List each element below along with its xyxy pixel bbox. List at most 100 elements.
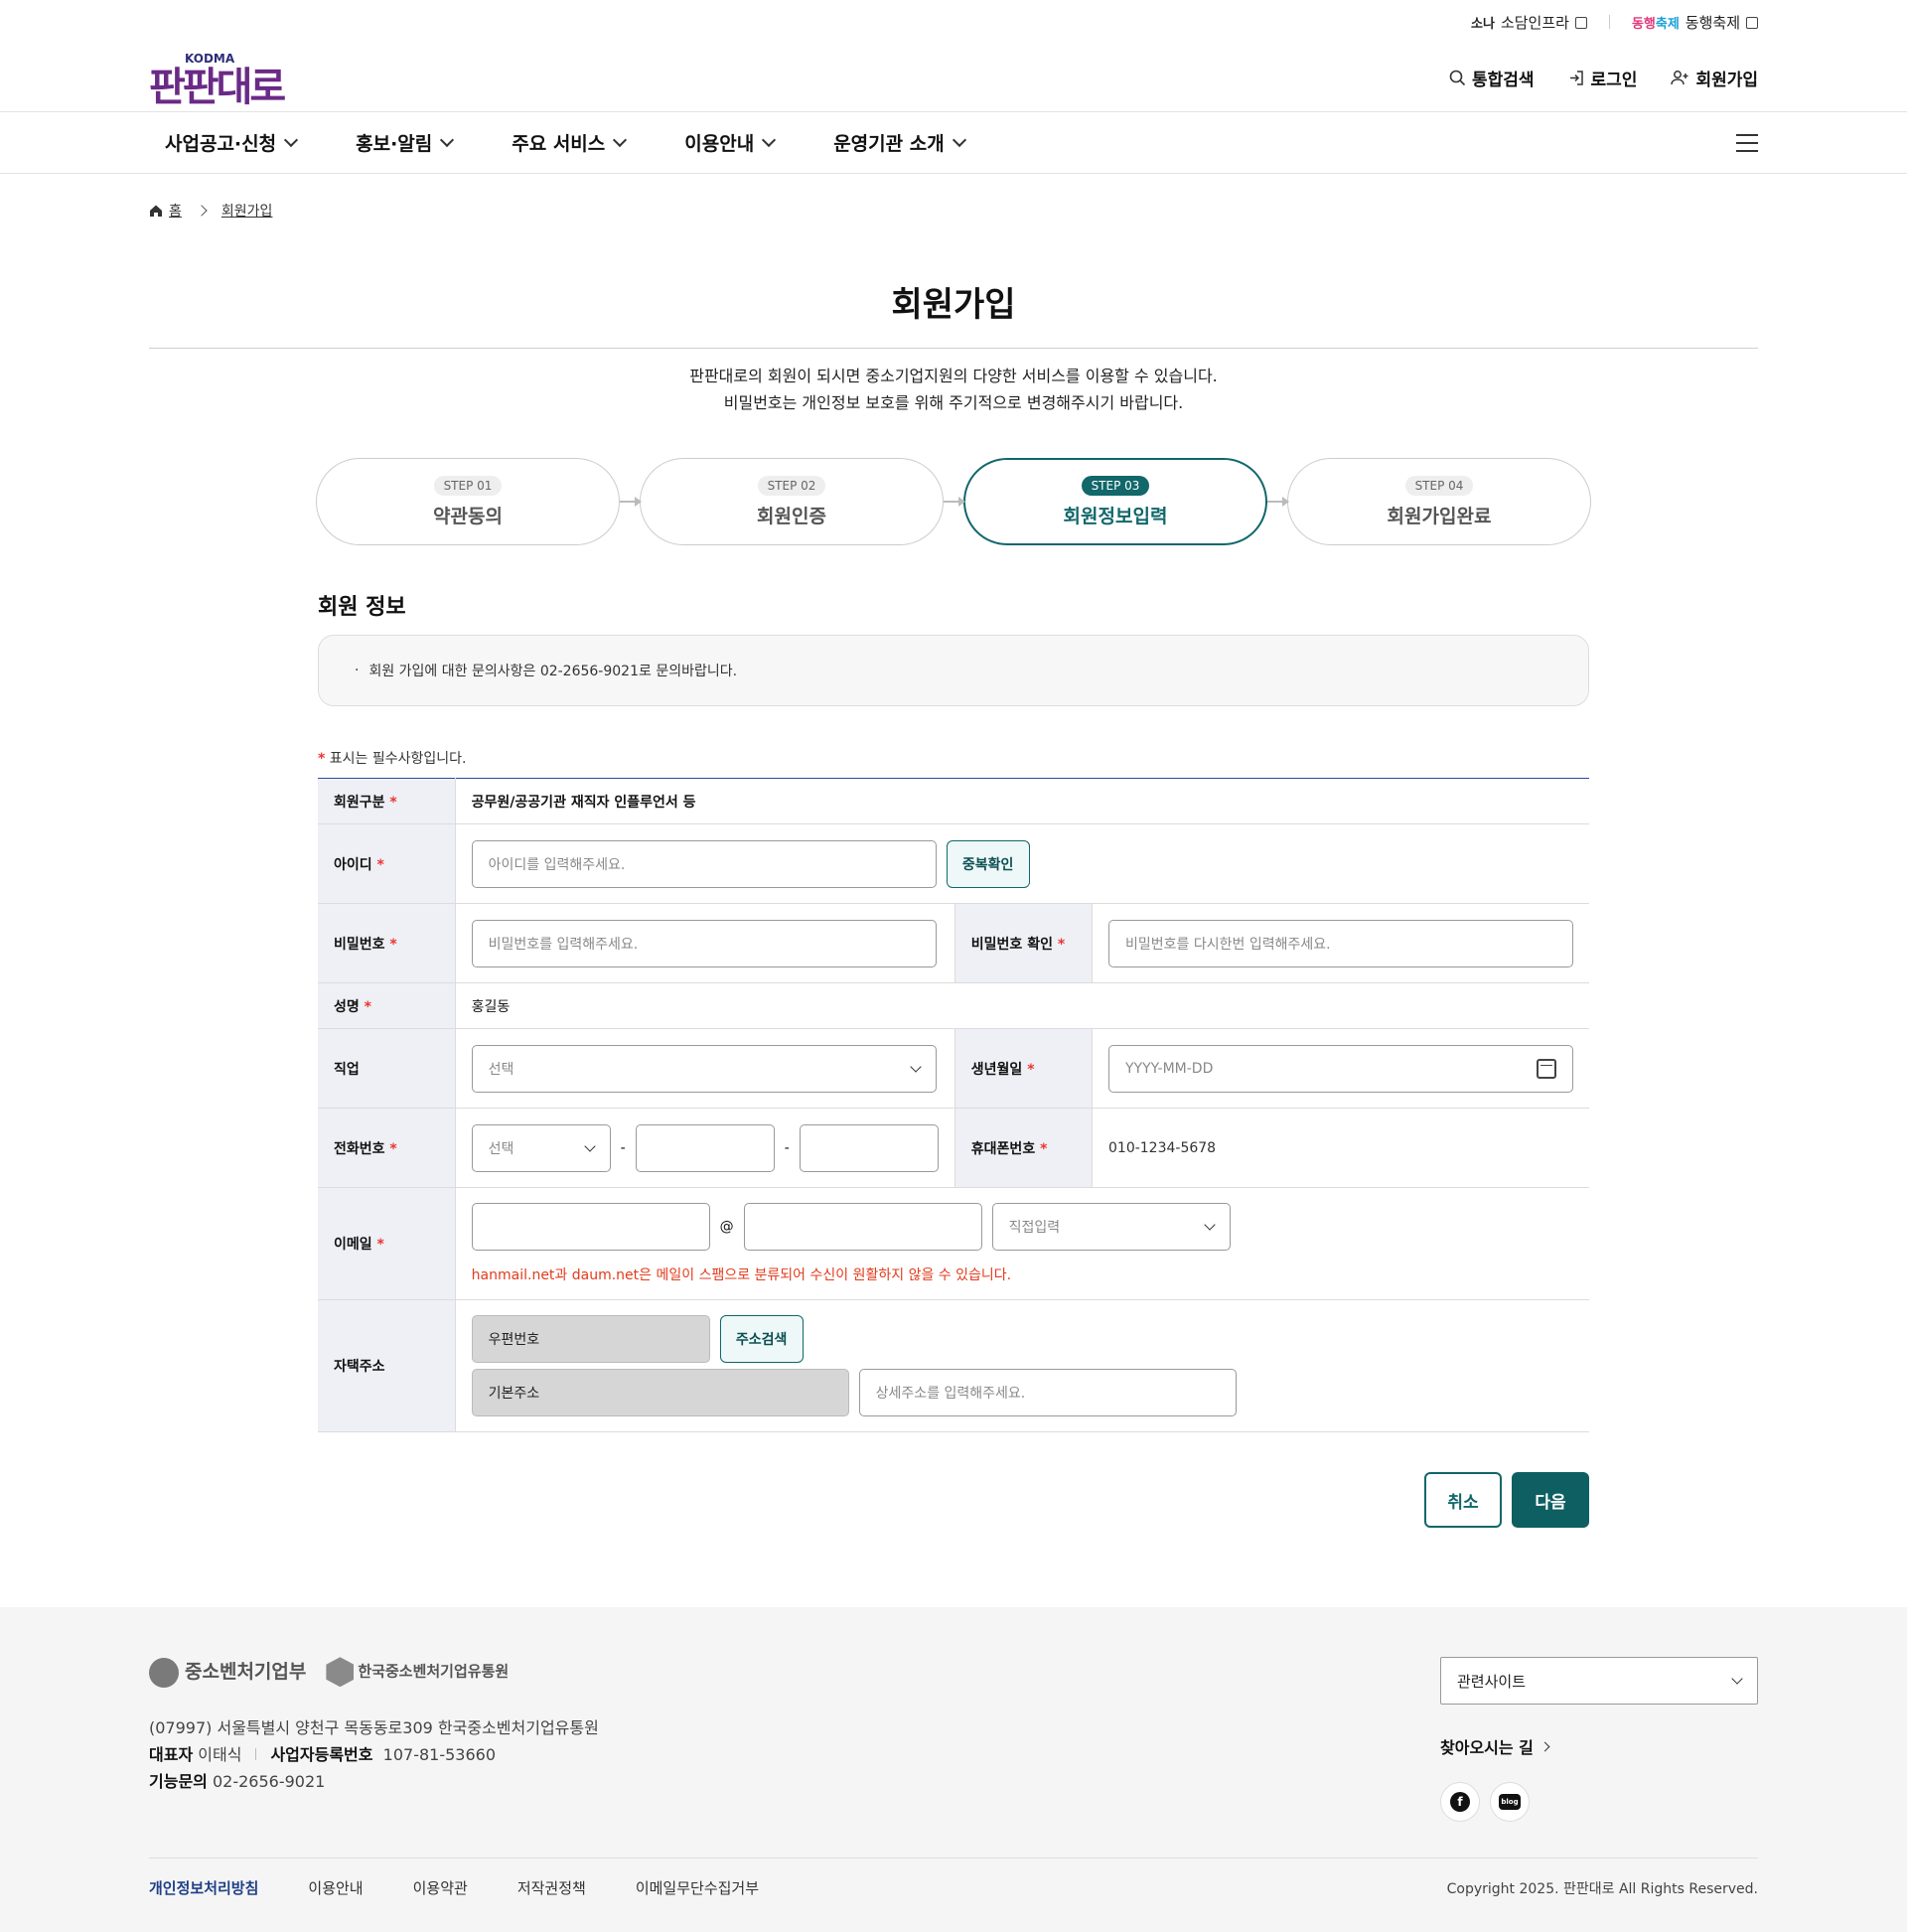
- email-domain-input[interactable]: [743, 1203, 982, 1251]
- email-id-input[interactable]: [471, 1203, 710, 1251]
- facebook-icon: f: [1450, 1792, 1470, 1812]
- zipcode-field: 우편번호: [471, 1315, 710, 1363]
- email-warning: hanmail.net과 daum.net은 메일이 스팸으로 분류되어 수신이…: [471, 1267, 1012, 1283]
- footer-links: 개인정보처리방침 이용안내 이용약관 저작권정책 이메일무단수집거부 Copyr…: [149, 1858, 1758, 1917]
- related-sites-select[interactable]: 관련사이트: [1440, 1657, 1758, 1705]
- label-password-confirm: 비밀번호 확인 *: [954, 903, 1093, 983]
- external-link-icon: [1746, 16, 1758, 29]
- nav-item-about[interactable]: 운영기관 소개: [833, 129, 966, 156]
- main-nav: 사업공고·신청 홍보·알림 주요 서비스 이용안내 운영기관 소개: [0, 111, 1907, 174]
- arrow-right-icon: [944, 497, 965, 507]
- breadcrumb-current[interactable]: 회원가입: [221, 201, 273, 221]
- utility-bar: 소나 소담인프라 동행축제 동행축제: [149, 0, 1758, 44]
- directions-link[interactable]: 찾아오시는 길: [1440, 1734, 1758, 1758]
- base-address-field: 기본주소: [471, 1369, 849, 1416]
- chevron-down-icon: [910, 1060, 922, 1073]
- chevron-down-icon: [1204, 1219, 1216, 1231]
- form-actions: 취소 다음: [318, 1472, 1589, 1528]
- duplicate-check-button[interactable]: 중복확인: [946, 839, 1030, 888]
- detail-address-input[interactable]: 상세주소를 입력해주세요.: [858, 1369, 1237, 1416]
- search-link[interactable]: 통합검색: [1449, 66, 1535, 90]
- chevron-down-icon: [762, 132, 777, 147]
- emblem-icon: [149, 1657, 179, 1688]
- page-title: 회원가입: [149, 247, 1758, 349]
- birth-date-input[interactable]: YYYY-MM-DD: [1108, 1044, 1573, 1093]
- label-name: 성명 *: [318, 982, 456, 1029]
- label-id: 아이디 *: [318, 823, 456, 904]
- divider: [1608, 15, 1610, 29]
- festival-logo: 동행축제: [1631, 16, 1680, 32]
- nav-item-promotion[interactable]: 홍보·알림: [356, 129, 455, 156]
- facebook-link[interactable]: f: [1440, 1782, 1480, 1822]
- chevron-down-icon: [952, 132, 966, 147]
- privacy-policy-link[interactable]: 개인정보처리방침: [149, 1877, 258, 1898]
- nav-item-services[interactable]: 주요 서비스: [512, 129, 628, 156]
- id-input[interactable]: 아이디를 입력해주세요.: [471, 839, 937, 888]
- label-password: 비밀번호 *: [318, 903, 456, 983]
- usage-guide-link[interactable]: 이용안내: [308, 1877, 363, 1898]
- copyright-policy-link[interactable]: 저작권정책: [517, 1877, 586, 1898]
- search-icon: [1449, 70, 1466, 85]
- arrow-right-icon: [620, 497, 642, 507]
- password-confirm-input[interactable]: 비밀번호를 다시한번 입력해주세요.: [1108, 919, 1573, 967]
- header: 판판대로 KODMA 통합검색 로그인 회원가입: [149, 44, 1758, 111]
- name-value: 홍길동: [454, 982, 1589, 1029]
- agency-emblem-icon: [326, 1657, 355, 1688]
- calendar-icon[interactable]: [1537, 1058, 1556, 1079]
- footer-info: (07997) 서울특별시 양천구 목동동로309 한국중소벤처기업유통원 대표…: [149, 1718, 599, 1791]
- user-add-icon: [1671, 70, 1688, 84]
- sodam-logo: 소나: [1471, 16, 1495, 32]
- blog-link[interactable]: blog: [1490, 1782, 1530, 1822]
- email-refusal-link[interactable]: 이메일무단수집거부: [636, 1877, 759, 1898]
- step-1: STEP 01 약관동의: [316, 458, 620, 545]
- festival-link[interactable]: 동행축제 동행축제: [1632, 12, 1758, 33]
- address-search-button[interactable]: 주소검색: [719, 1315, 804, 1363]
- sodam-link[interactable]: 소나 소담인프라: [1471, 12, 1587, 33]
- chevron-right-icon: [1540, 1741, 1550, 1751]
- job-select[interactable]: 선택: [471, 1044, 937, 1093]
- password-input[interactable]: 비밀번호를 입력해주세요.: [471, 919, 937, 967]
- login-link[interactable]: 로그인: [1568, 66, 1637, 90]
- label-job: 직업: [318, 1028, 456, 1109]
- breadcrumb-home[interactable]: 홈: [149, 201, 182, 221]
- label-member-type: 회원구분 *: [318, 778, 456, 824]
- mobile-value: 010-1234-5678: [1092, 1108, 1589, 1188]
- label-phone: 전화번호 *: [318, 1108, 456, 1188]
- nav-item-business[interactable]: 사업공고·신청: [165, 129, 299, 156]
- menu-icon[interactable]: [1736, 134, 1758, 152]
- agency-logo[interactable]: 한국중소벤처기업유통원: [326, 1657, 509, 1688]
- next-button[interactable]: 다음: [1512, 1472, 1589, 1528]
- phone-area-select[interactable]: 선택: [471, 1123, 611, 1172]
- chevron-down-icon: [584, 1139, 596, 1152]
- external-link-icon: [1574, 16, 1587, 29]
- member-form: 회원구분 * 공무원/공공기관 재직자 인플루언서 등 아이디 * 아이디를 입…: [318, 778, 1589, 1432]
- step-3-active: STEP 03 회원정보입력: [963, 458, 1267, 545]
- ministry-logo[interactable]: 중소벤처기업부: [149, 1657, 306, 1688]
- chevron-down-icon: [284, 132, 299, 147]
- home-icon: [150, 205, 162, 217]
- phone-last-input[interactable]: [799, 1123, 939, 1172]
- phone-middle-input[interactable]: [635, 1123, 775, 1172]
- join-link[interactable]: 회원가입: [1671, 66, 1758, 90]
- required-note: * 표시는 필수사항입니다.: [318, 751, 467, 767]
- blog-icon: blog: [1499, 1794, 1521, 1810]
- label-email: 이메일 *: [318, 1187, 456, 1300]
- chevron-right-icon: [196, 205, 208, 217]
- chevron-down-icon: [440, 132, 455, 147]
- label-address: 자택주소: [318, 1299, 456, 1432]
- footer: 중소벤처기업부 한국중소벤처기업유통원 (07997) 서울특별시 양천구 목동…: [0, 1607, 1907, 1932]
- email-domain-select[interactable]: 직접입력: [991, 1203, 1231, 1251]
- nav-item-guide[interactable]: 이용안내: [684, 129, 777, 156]
- page-description: 판판대로의 회원이 되시면 중소기업지원의 다양한 서비스를 이용할 수 있습니…: [689, 367, 1218, 412]
- label-mobile: 휴대폰번호 *: [954, 1108, 1093, 1188]
- copyright: Copyright 2025. 판판대로 All Rights Reserved…: [1446, 1880, 1758, 1897]
- arrow-right-icon: [1267, 497, 1289, 507]
- login-icon: [1569, 70, 1583, 85]
- cancel-button[interactable]: 취소: [1424, 1472, 1502, 1528]
- terms-link[interactable]: 이용약관: [413, 1877, 468, 1898]
- step-4: STEP 04 회원가입완료: [1287, 458, 1591, 545]
- site-logo[interactable]: 판판대로 KODMA: [149, 48, 286, 107]
- label-birth: 생년월일 *: [954, 1028, 1093, 1109]
- breadcrumb: 홈 회원가입: [149, 174, 1758, 247]
- notice-box: 회원 가입에 대한 문의사항은 02-2656-9021로 문의바랍니다.: [318, 635, 1589, 706]
